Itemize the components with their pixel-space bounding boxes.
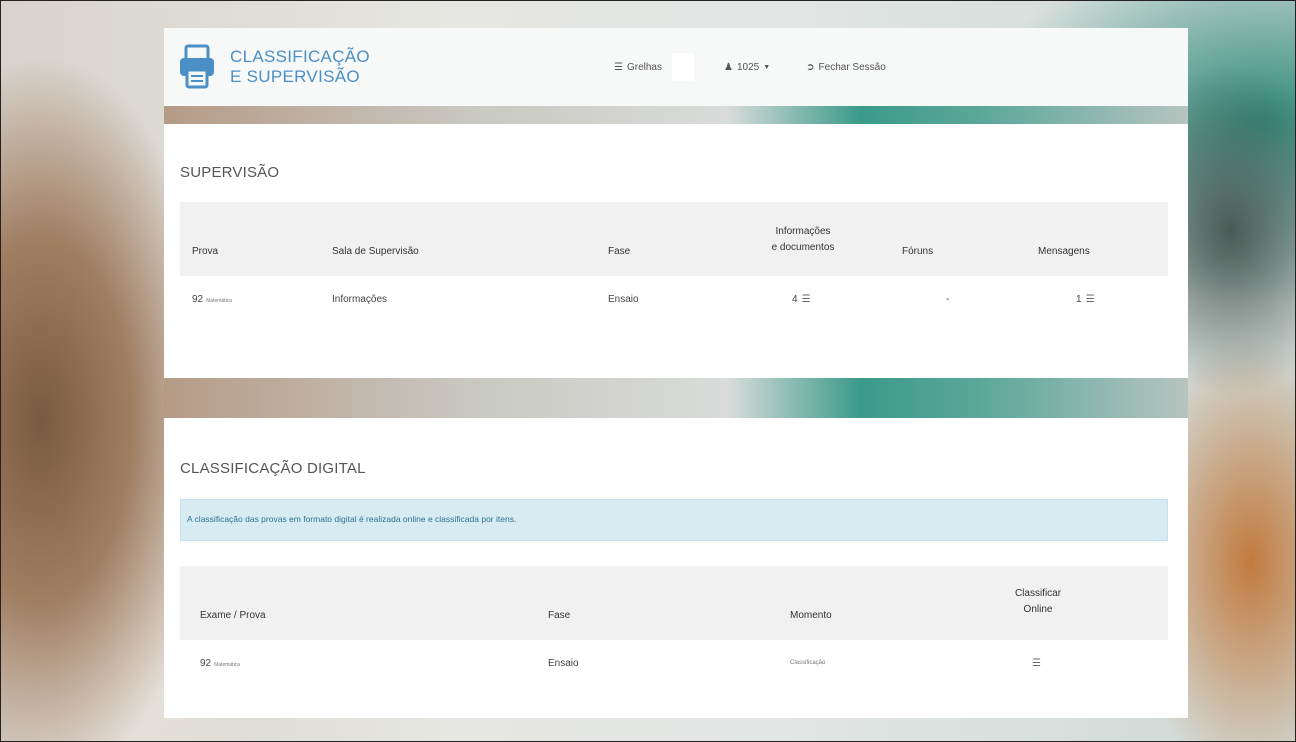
info-count: 4: [792, 294, 798, 305]
cell-sala-link[interactable]: Informações: [332, 294, 387, 305]
background-band: [164, 378, 1188, 418]
cell-foruns: -: [946, 294, 950, 305]
cell-fase: Ensaio: [548, 658, 579, 669]
col-sala: Sala de Supervisão: [332, 246, 419, 257]
prova-code: 92: [192, 294, 204, 305]
table-row: 92 Matemática Ensaio Classificação ☰: [180, 644, 1168, 684]
col-foruns: Fóruns: [902, 246, 934, 257]
exame-subject: Matemática: [214, 662, 240, 668]
cell-mensagens-link[interactable]: 1 ☰: [1076, 294, 1095, 305]
panel-title: CLASSIFICAÇÃO DIGITAL: [180, 460, 366, 477]
col-online: Classificar Online: [1008, 588, 1068, 615]
col-fase: Fase: [548, 610, 571, 621]
col-exame: Exame / Prova: [200, 610, 266, 621]
nav-blank-box: [671, 53, 694, 81]
nav-grelhas[interactable]: ☰ Grelhas: [614, 53, 694, 81]
nav-logout-label: Fechar Sessão: [818, 61, 886, 73]
panel-title: SUPERVISÃO: [180, 164, 280, 181]
brand-title: CLASSIFICAÇÃO E SUPERVISÃO: [230, 47, 370, 87]
brand-line-1: CLASSIFICAÇÃO: [230, 47, 370, 66]
cell-exame: 92 Matemática: [200, 658, 240, 669]
col-info-line-1: Informações: [775, 226, 831, 237]
printer-logo-icon: [180, 44, 214, 89]
mensagens-count: 1: [1076, 294, 1082, 305]
exame-code: 92: [200, 658, 212, 669]
list-icon: ☰: [1085, 294, 1095, 305]
main-nav: ☰ Grelhas ♟ 1025 ▼ ➲ Fechar Sessão: [614, 28, 886, 106]
cell-info-link[interactable]: 4 ☰: [792, 294, 811, 305]
list-icon: ☰: [801, 294, 811, 305]
brand-line-2: E SUPERVISÃO: [230, 67, 360, 86]
nav-grelhas-label: Grelhas: [626, 61, 662, 73]
top-navbar: CLASSIFICAÇÃO E SUPERVISÃO ☰ Grelhas ♟ 1…: [164, 28, 1188, 106]
col-momento: Momento: [790, 610, 832, 621]
col-online-line-2: Online: [1023, 604, 1053, 615]
background-band: [164, 104, 1188, 124]
list-icon: ☰: [1032, 658, 1041, 669]
col-online-line-1: Classificar: [1014, 588, 1062, 599]
supervisao-panel: SUPERVISÃO Prova Sala de Supervisão Fase…: [164, 124, 1188, 378]
classificar-online-button[interactable]: ☰: [1032, 658, 1041, 669]
cell-momento: Classificação: [790, 660, 826, 666]
table-header: Exame / Prova Fase Momento Classificar O…: [180, 566, 1168, 640]
cell-fase: Ensaio: [608, 294, 639, 305]
classificacao-panel: CLASSIFICAÇÃO DIGITAL A classificação da…: [164, 418, 1188, 718]
nav-logout[interactable]: ➲ Fechar Sessão: [806, 62, 886, 73]
info-alert: A classificação das provas em formato di…: [180, 499, 1168, 541]
table-row: 92 Matemática Informações Ensaio 4 ☰ - 1 ☰: [180, 280, 1168, 320]
list-icon: ☰: [614, 61, 623, 73]
caret-down-icon: ▼: [763, 63, 771, 71]
prova-subject: Matemática: [206, 298, 232, 304]
table-header: Prova Sala de Supervisão Fase Informaçõe…: [180, 202, 1168, 276]
col-mensagens: Mensagens: [1038, 246, 1090, 257]
col-fase: Fase: [608, 246, 631, 257]
cell-prova: 92 Matemática: [192, 294, 232, 305]
brand[interactable]: CLASSIFICAÇÃO E SUPERVISÃO: [178, 44, 370, 90]
nav-user-dropdown[interactable]: ♟ 1025 ▼: [724, 62, 770, 73]
nav-user-label: 1025: [736, 61, 760, 73]
user-icon: ♟: [723, 61, 733, 73]
col-info: Informações e documentos: [763, 226, 843, 253]
logout-icon: ➲: [806, 61, 815, 73]
col-info-line-2: e documentos: [771, 242, 835, 253]
col-prova: Prova: [192, 246, 219, 257]
